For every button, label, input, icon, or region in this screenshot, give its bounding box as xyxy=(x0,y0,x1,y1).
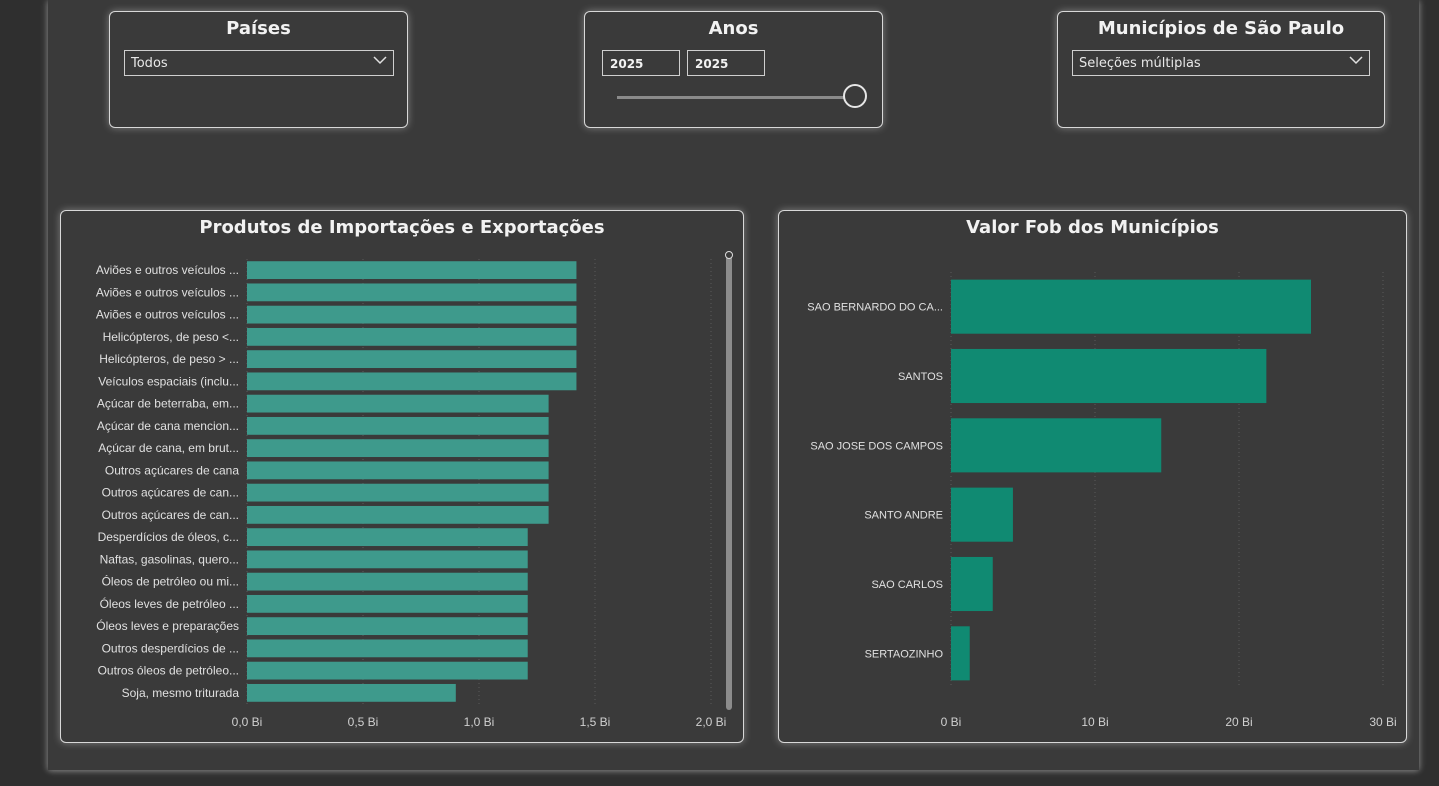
category-label: Helicópteros, de peso <... xyxy=(103,330,239,344)
category-label: Açúcar de cana, em brut... xyxy=(98,441,239,455)
bar[interactable] xyxy=(247,461,549,480)
municipalities-dropdown-value: Seleções múltiplas xyxy=(1079,56,1201,71)
x-tick-label: 1,5 Bi xyxy=(580,715,611,729)
bar[interactable] xyxy=(247,550,528,569)
year-end-input[interactable]: 2025 xyxy=(687,50,765,76)
bar[interactable] xyxy=(247,350,577,369)
category-label: SAO JOSE DOS CAMPOS xyxy=(810,440,943,452)
countries-slicer: Países Todos xyxy=(109,11,408,128)
bar[interactable] xyxy=(247,505,549,524)
category-label: Açúcar de beterraba, em... xyxy=(97,397,239,411)
bar[interactable] xyxy=(247,439,549,458)
bar[interactable] xyxy=(247,261,577,280)
bar[interactable] xyxy=(247,327,577,346)
x-tick-label: 1,0 Bi xyxy=(464,715,495,729)
category-label: SAO CARLOS xyxy=(871,579,943,591)
bar[interactable] xyxy=(951,556,993,612)
x-tick-label: 20 Bi xyxy=(1225,715,1252,729)
x-tick-label: 0,5 Bi xyxy=(348,715,379,729)
x-tick-label: 2,0 Bi xyxy=(696,715,727,729)
category-label: Óleos de petróleo ou mi... xyxy=(102,574,239,589)
category-label: Naftas, gasolinas, quero... xyxy=(100,552,239,566)
category-label: Óleos leves e preparações xyxy=(96,618,239,633)
bar[interactable] xyxy=(247,617,528,636)
category-label: Veículos espaciais (inclu... xyxy=(98,374,239,388)
category-label: SAO BERNARDO DO CA... xyxy=(807,302,943,314)
category-label: SANTOS xyxy=(898,371,943,383)
year-slider-thumb[interactable] xyxy=(843,84,867,108)
category-label: Óleos leves de petróleo ... xyxy=(100,596,239,611)
category-label: Helicópteros, de peso > ... xyxy=(99,352,239,366)
x-tick-label: 10 Bi xyxy=(1081,715,1108,729)
products-chart-card: Produtos de Importações e Exportações 0,… xyxy=(60,210,744,743)
x-tick-label: 30 Bi xyxy=(1369,715,1396,729)
bar[interactable] xyxy=(951,279,1311,334)
years-slicer: Anos 2025 2025 xyxy=(584,11,883,128)
bar[interactable] xyxy=(247,661,528,680)
municipalities-slicer: Municípios de São Paulo Seleções múltipl… xyxy=(1057,11,1385,128)
bar[interactable] xyxy=(951,487,1013,542)
chevron-down-icon xyxy=(1349,56,1363,65)
bar[interactable] xyxy=(247,483,549,502)
bar[interactable] xyxy=(247,683,456,702)
chevron-down-icon xyxy=(373,56,387,65)
years-slicer-title: Anos xyxy=(708,18,759,39)
bar[interactable] xyxy=(247,394,549,413)
bar[interactable] xyxy=(247,572,528,591)
municipalities-dropdown[interactable]: Seleções múltiplas xyxy=(1072,50,1370,76)
countries-slicer-title: Países xyxy=(226,18,291,39)
category-label: Outros desperdícios de ... xyxy=(102,641,239,655)
bar[interactable] xyxy=(247,283,577,302)
category-label: Aviões e outros veículos ... xyxy=(96,308,239,322)
bar[interactable] xyxy=(951,626,970,681)
category-label: Açúcar de cana mencion... xyxy=(97,419,239,433)
bar[interactable] xyxy=(951,348,1267,404)
category-label: Aviões e outros veículos ... xyxy=(96,285,239,299)
year-start-input[interactable]: 2025 xyxy=(602,50,680,76)
products-bar-chart: 0,0 Bi 0,5 Bi 1,0 Bi 1,5 Bi 2,0 Bi Aviões e o… xyxy=(96,259,727,729)
category-label: Aviões e outros veículos ... xyxy=(96,263,239,277)
municipalities-slicer-title: Municípios de São Paulo xyxy=(1097,18,1345,39)
category-label: Outros óleos de petróleo... xyxy=(98,664,239,678)
category-label: Outros açúcares de can... xyxy=(102,486,239,500)
countries-dropdown[interactable]: Todos xyxy=(124,50,394,76)
x-tick-label: 0 Bi xyxy=(941,715,962,729)
bar[interactable] xyxy=(247,372,577,391)
bar[interactable] xyxy=(247,305,577,324)
report-canvas: Países Todos Anos 2025 2025 Municípios d… xyxy=(48,0,1419,770)
category-label: Soja, mesmo triturada xyxy=(122,686,240,700)
category-label: Outros açúcares de can... xyxy=(102,508,239,522)
municipalities-chart-card: Valor Fob dos Municípios 0 Bi 10 Bi 20 Bi 3… xyxy=(778,210,1407,743)
year-slider-track[interactable] xyxy=(617,96,855,99)
category-label: Outros açúcares de cana xyxy=(105,463,239,477)
scroll-up-handle[interactable] xyxy=(725,251,733,259)
bar[interactable] xyxy=(951,418,1162,473)
bar[interactable] xyxy=(247,594,528,613)
products-scrollbar[interactable] xyxy=(726,256,732,710)
category-label: Desperdícios de óleos, c... xyxy=(98,530,239,544)
bar[interactable] xyxy=(247,416,549,435)
category-label: SANTO ANDRE xyxy=(864,510,943,522)
bar[interactable] xyxy=(247,639,528,658)
category-label: SERTAOZINHO xyxy=(865,648,944,660)
municipalities-bar-chart: 0 Bi 10 Bi 20 Bi 30 Bi SAO BERNARDO DO CA...… xyxy=(807,272,1397,729)
countries-dropdown-value: Todos xyxy=(131,56,168,71)
x-tick-label: 0,0 Bi xyxy=(232,715,263,729)
bar[interactable] xyxy=(247,528,528,547)
